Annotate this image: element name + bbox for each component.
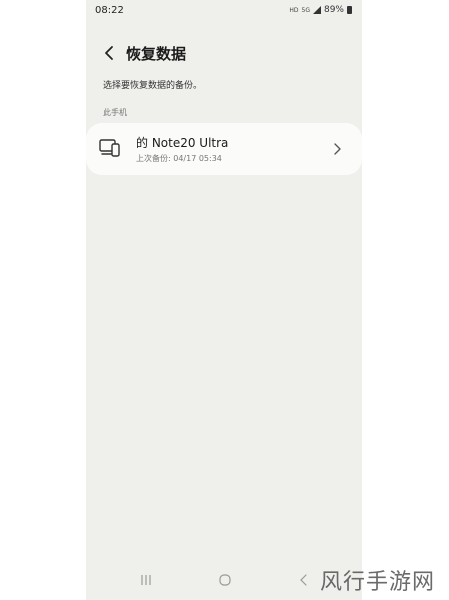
chevron-left-icon	[105, 46, 113, 60]
watermark-text: 风行手游网	[320, 570, 436, 595]
phone-and-tablet-icon	[99, 139, 120, 157]
battery-percent: 89%	[323, 5, 344, 15]
screenshot-canvas: 08:22 HD 5G 89% 恢复数据 选择要恢复数据的备份。 此手机 的 N…	[0, 0, 449, 600]
page-title: 恢复数据	[126, 45, 187, 63]
backup-list-item[interactable]: 的 Note20 Ultra 上次备份: 04/17 05:34	[86, 123, 362, 175]
phone-screen: 08:22 HD 5G 89% 恢复数据 选择要恢复数据的备份。 此手机 的 N…	[86, 0, 362, 600]
backup-last-date: 上次备份: 04/17 05:34	[136, 154, 222, 163]
back-icon	[300, 574, 307, 586]
signal-icon	[312, 6, 321, 14]
page-description: 选择要恢复数据的备份。	[103, 81, 203, 91]
home-button[interactable]	[213, 571, 237, 589]
battery-icon	[347, 6, 352, 14]
recents-icon	[141, 575, 151, 585]
status-bar: 08:22 HD 5G 89%	[86, 0, 362, 22]
section-header-this-phone: 此手机	[103, 108, 127, 117]
wifi-calling-icon: HD	[289, 6, 299, 14]
status-time: 08:22	[95, 5, 124, 16]
nav-back-button[interactable]	[292, 571, 316, 589]
home-icon	[219, 574, 231, 586]
recents-button[interactable]	[134, 571, 158, 589]
status-indicators: HD 5G 89%	[289, 5, 352, 15]
chevron-right-icon	[334, 143, 341, 155]
back-button[interactable]	[99, 42, 119, 64]
backup-device-name: 的 Note20 Ultra	[136, 136, 229, 150]
network-type-label: 5G	[301, 6, 310, 14]
